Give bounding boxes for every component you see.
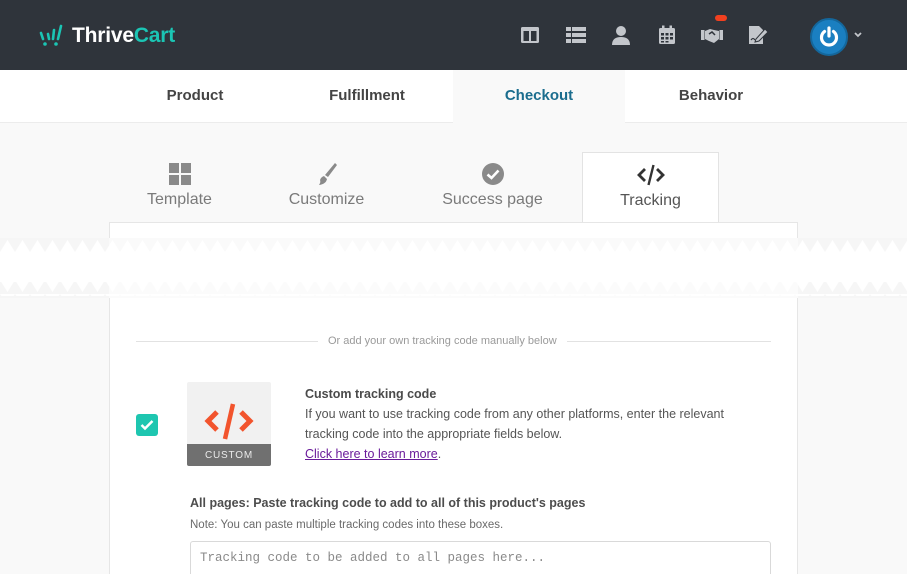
subtab-label: Success page xyxy=(442,191,543,208)
custom-tracking-checkbox[interactable] xyxy=(136,414,158,436)
subtab-customize[interactable]: Customize xyxy=(258,152,395,222)
tab-behavior[interactable]: Behavior xyxy=(625,70,797,123)
grid-icon xyxy=(168,163,191,185)
top-navbar: ThriveCart xyxy=(0,0,907,70)
list-icon[interactable] xyxy=(565,24,587,46)
cart-logo-icon xyxy=(39,24,63,46)
check-circle-icon xyxy=(481,163,504,185)
subtab-label: Template xyxy=(147,191,212,208)
notification-badge xyxy=(715,15,727,21)
chevron-down-icon[interactable] xyxy=(853,30,863,40)
main-tab-bar: Product Fulfillment Checkout Behavior xyxy=(0,70,907,124)
thrivecart-logo[interactable]: ThriveCart xyxy=(38,22,175,50)
subtab-tracking[interactable]: Tracking xyxy=(582,152,719,224)
learn-more-link[interactable]: Click here to learn more xyxy=(305,447,438,461)
brush-icon xyxy=(318,163,337,185)
link-suffix: . xyxy=(437,447,442,461)
custom-tracking-title: Custom tracking code xyxy=(305,387,437,401)
all-pages-note: Note: You can paste multiple tracking co… xyxy=(190,519,504,531)
tab-product[interactable]: Product xyxy=(109,70,281,123)
custom-code-tile[interactable]: CUSTOM xyxy=(187,382,271,466)
subtab-success-page[interactable]: Success page xyxy=(424,152,561,222)
divider-text: Or add your own tracking code manually b… xyxy=(318,334,567,349)
torn-edge-separator xyxy=(0,238,907,298)
user-icon[interactable] xyxy=(610,24,632,46)
tab-fulfillment[interactable]: Fulfillment xyxy=(281,70,453,123)
nav-icon-group xyxy=(519,15,792,46)
subtab-label: Tracking xyxy=(620,192,681,209)
handshake-icon[interactable] xyxy=(701,15,727,46)
custom-tracking-text: If you want to use tracking code from an… xyxy=(305,407,724,441)
power-icon xyxy=(819,26,839,47)
all-pages-tracking-code-input[interactable] xyxy=(190,541,771,574)
calendar-icon[interactable] xyxy=(656,24,678,46)
user-avatar[interactable] xyxy=(810,18,848,56)
custom-code-icon xyxy=(204,403,254,440)
all-pages-label: All pages: Paste tracking code to add to… xyxy=(190,496,586,510)
code-icon xyxy=(636,164,665,186)
edit-document-icon[interactable] xyxy=(747,24,769,46)
brand-name-part1: Thrive xyxy=(72,24,134,47)
subtab-label: Customize xyxy=(288,191,365,208)
custom-tracking-description: Custom tracking code If you want to use … xyxy=(305,384,755,464)
tile-label: CUSTOM xyxy=(187,444,271,466)
tab-checkout[interactable]: Checkout xyxy=(453,70,625,124)
subtab-template[interactable]: Template xyxy=(111,152,248,222)
layout-columns-icon[interactable] xyxy=(519,24,541,46)
brand-name-part2: Cart xyxy=(133,24,176,47)
checkmark-icon xyxy=(140,420,154,431)
